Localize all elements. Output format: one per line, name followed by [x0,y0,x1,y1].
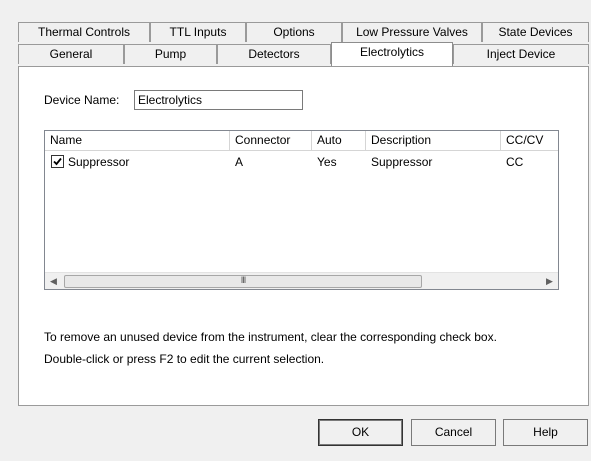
tab-detectors[interactable]: Detectors [217,44,331,64]
tab-general[interactable]: General [18,44,124,64]
tab-row-back: Thermal Controls TTL Inputs Options Low … [18,22,589,42]
help-text-line-2: Double-click or press F2 to edit the cur… [44,352,325,366]
tab-pump[interactable]: Pump [124,44,217,64]
horizontal-scrollbar[interactable]: ◀ III ▶ [45,272,558,289]
column-header-connector[interactable]: Connector [230,131,312,151]
ok-button[interactable]: OK [318,419,403,446]
checkmark-icon [53,157,62,166]
cancel-button[interactable]: Cancel [411,419,496,446]
tab-ttl-inputs[interactable]: TTL Inputs [150,22,246,42]
tab-row-front: General Pump Detectors Electrolytics Inj… [18,42,589,66]
row-auto: Yes [317,155,337,169]
row-cc-cv: CC [506,155,524,169]
help-text-line-1: To remove an unused device from the inst… [44,330,497,344]
suppressor-checkbox[interactable] [51,155,64,168]
column-header-description[interactable]: Description [366,131,501,151]
tab-thermal-controls[interactable]: Thermal Controls [18,22,150,42]
tab-low-pressure-valves[interactable]: Low Pressure Valves [342,22,482,42]
tab-state-devices[interactable]: State Devices [482,22,589,42]
column-header-cc-cv[interactable]: CC/CV [501,131,558,151]
list-header: Name Connector Auto Description CC/CV [45,131,558,151]
chevron-right-icon[interactable]: ▶ [541,273,558,289]
column-header-auto[interactable]: Auto [312,131,366,151]
device-name-label: Device Name: [44,93,120,107]
row-connector: A [235,155,244,169]
tab-electrolytics[interactable]: Electrolytics [331,42,453,66]
device-name-field[interactable]: Electrolytics [134,90,303,110]
tab-inject-device[interactable]: Inject Device [453,44,589,64]
tab-options[interactable]: Options [246,22,342,42]
row-description: Suppressor [371,155,433,169]
column-header-name[interactable]: Name [45,131,230,151]
device-list[interactable]: Name Connector Auto Description CC/CV Su… [44,130,559,290]
row-name: Suppressor [68,155,130,169]
scroll-thumb[interactable]: III [64,275,422,288]
help-button[interactable]: Help [503,419,588,446]
chevron-left-icon[interactable]: ◀ [45,273,62,289]
